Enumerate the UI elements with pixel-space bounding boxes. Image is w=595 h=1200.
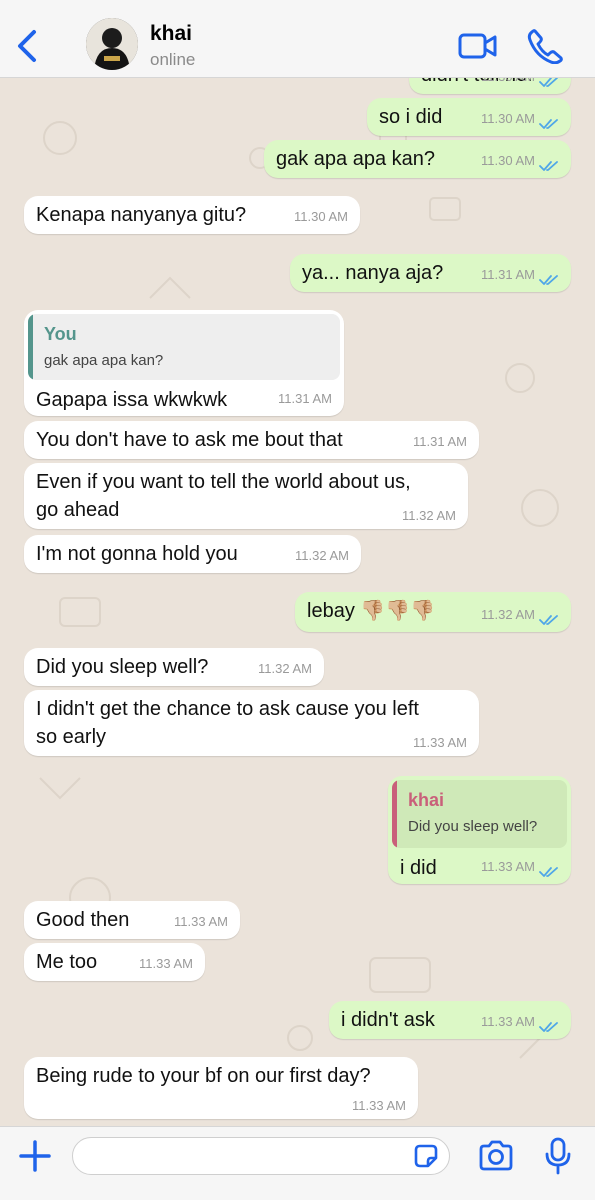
- outgoing-message[interactable]: khai Did you sleep well? i did 11.33 AM: [388, 776, 571, 884]
- incoming-message[interactable]: Did you sleep well? 11.32 AM: [24, 648, 324, 686]
- message-text: Good then: [36, 909, 130, 931]
- plus-icon[interactable]: [18, 1139, 52, 1173]
- message-text: ya... nanya aja?: [302, 262, 444, 284]
- video-camera-icon[interactable]: [458, 30, 498, 62]
- message-timestamp: 11.31 AM: [278, 391, 332, 406]
- quote-author: You: [44, 324, 77, 344]
- chat-header: khai online: [0, 0, 595, 78]
- contact-name[interactable]: khai: [150, 22, 192, 46]
- double-check-icon: [539, 861, 559, 877]
- message-timestamp: 11.32 AM: [481, 607, 535, 622]
- incoming-message[interactable]: Kenapa nanyanya gitu? 11.30 AM: [24, 196, 360, 234]
- message-timestamp: 11.32 AM: [258, 661, 312, 676]
- chevron-left-icon[interactable]: [12, 26, 42, 66]
- double-check-icon: [539, 78, 559, 87]
- incoming-message[interactable]: You gak apa apa kan? Gapapa issa wkwkwk 11.…: [24, 310, 344, 416]
- quoted-message[interactable]: khai Did you sleep well?: [392, 780, 567, 848]
- message-timestamp: 11.33 AM: [352, 1098, 406, 1113]
- incoming-message[interactable]: Even if you want to tell the world about…: [24, 463, 468, 529]
- message-timestamp: 11.33 AM: [413, 735, 467, 750]
- message-text: I'm not gonna hold you: [36, 543, 238, 565]
- outgoing-message[interactable]: ya... nanya aja? 11.31 AM: [290, 254, 571, 292]
- contact-status: online: [150, 50, 196, 69]
- message-text: i did: [400, 857, 437, 879]
- message-timestamp: 11.33 AM: [174, 914, 228, 929]
- phone-icon[interactable]: [526, 28, 564, 64]
- quote-author: khai: [408, 790, 445, 810]
- message-timestamp: 11.31 AM: [413, 434, 467, 449]
- quote-bar: [392, 780, 397, 848]
- message-timestamp: 11.30 AM: [481, 153, 535, 168]
- incoming-message[interactable]: Me too 11.33 AM: [24, 943, 205, 981]
- message-text: I didn't get the chance to ask cause you…: [36, 698, 419, 748]
- avatar[interactable]: [86, 18, 138, 70]
- message-timestamp: 11.33 AM: [481, 1014, 535, 1029]
- message-text: You don't have to ask me bout that: [36, 429, 343, 451]
- quote-text: Did you sleep well?: [408, 818, 538, 835]
- incoming-message[interactable]: I didn't get the chance to ask cause you…: [24, 690, 479, 756]
- outgoing-message[interactable]: i didn't ask 11.33 AM: [329, 1001, 571, 1039]
- double-check-icon: [539, 155, 559, 171]
- message-text: Gapapa issa wkwkwk: [36, 389, 228, 411]
- message-text: Did you sleep well?: [36, 656, 209, 678]
- quote-text: gak apa apa kan?: [44, 352, 164, 369]
- message-timestamp: 11.33 AM: [139, 956, 193, 971]
- double-check-icon: [539, 113, 559, 129]
- message-text: so i did: [379, 106, 443, 128]
- microphone-icon[interactable]: [544, 1137, 572, 1175]
- outgoing-message[interactable]: lebay 👎🏼👎🏼👎🏼 11.32 AM: [295, 592, 571, 632]
- message-input[interactable]: [72, 1137, 450, 1175]
- incoming-message[interactable]: Good then 11.33 AM: [24, 901, 240, 939]
- composer-bar: [0, 1126, 595, 1200]
- incoming-message[interactable]: I'm not gonna hold you 11.32 AM: [24, 535, 361, 573]
- double-check-icon: [539, 269, 559, 285]
- message-timestamp: 11.33 AM: [481, 859, 535, 874]
- message-text: Kenapa nanyanya gitu?: [36, 204, 247, 226]
- message-timestamp: 11.32 AM: [402, 508, 456, 523]
- message-text: Being rude to your bf on our first day?: [36, 1065, 371, 1087]
- message-timestamp: 11.30 AM: [481, 78, 535, 84]
- incoming-message[interactable]: Being rude to your bf on our first day? 1…: [24, 1057, 418, 1119]
- message-list[interactable]: didn't tell ne!11.30 AMso i did11.30 AMg…: [0, 78, 595, 1126]
- double-check-icon: [539, 609, 559, 625]
- sticker-icon[interactable]: [412, 1142, 440, 1170]
- outgoing-message[interactable]: gak apa apa kan? 11.30 AM: [264, 140, 571, 178]
- message-text: lebay 👎🏼👎🏼👎🏼: [307, 600, 436, 622]
- message-timestamp: 11.31 AM: [481, 267, 535, 282]
- outgoing-message[interactable]: didn't tell ne!11.30 AM: [409, 78, 571, 94]
- message-text: Even if you want to tell the world about…: [36, 471, 411, 521]
- incoming-message[interactable]: You don't have to ask me bout that 11.31 …: [24, 421, 479, 459]
- quote-bar: [28, 314, 33, 380]
- message-timestamp: 11.30 AM: [294, 209, 348, 224]
- double-check-icon: [539, 1016, 559, 1032]
- message-timestamp: 11.32 AM: [295, 548, 349, 563]
- message-text: i didn't ask: [341, 1009, 435, 1031]
- outgoing-message[interactable]: so i did 11.30 AM: [367, 98, 571, 136]
- message-text: gak apa apa kan?: [276, 148, 436, 170]
- message-timestamp: 11.30 AM: [481, 111, 535, 126]
- message-text: Me too: [36, 951, 98, 973]
- camera-icon[interactable]: [478, 1139, 514, 1173]
- quoted-message[interactable]: You gak apa apa kan?: [28, 314, 340, 380]
